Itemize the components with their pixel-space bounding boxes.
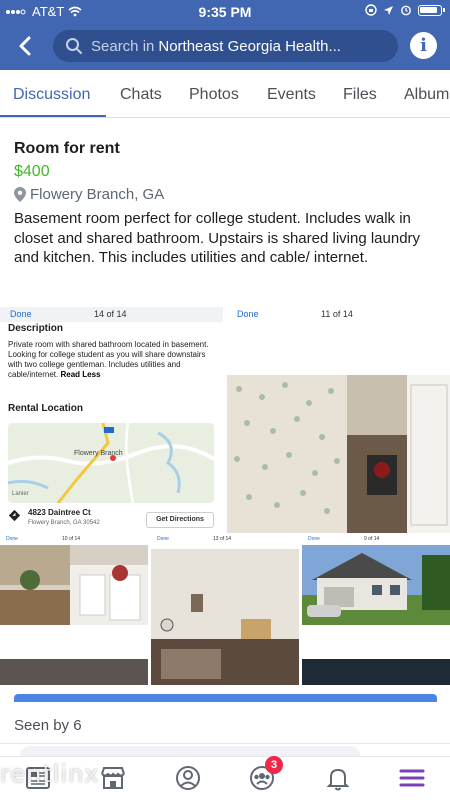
post-body: Basement room perfect for college studen… [14,210,421,266]
done-link: Done [6,536,18,542]
get-directions-button: Get Directions [146,512,214,528]
post-location[interactable]: Flowery Branch, GA [14,186,164,203]
rental-location-heading: Rental Location [8,403,84,414]
status-bar: AT&T 9:35 PM [0,0,450,24]
photo-strip [0,659,148,685]
back-arrow-icon[interactable] [14,34,38,58]
post-title: Room for rent [14,140,120,157]
watermark-logo: rentlinx [0,760,100,788]
battery-icon [418,4,445,16]
post-location-label: Flowery Branch, GA [30,186,165,203]
marketplace-icon[interactable] [98,763,128,793]
description-text: Private room with shared bathroom locate… [8,340,220,380]
photo-toolbar: Done 9 of 14 [302,535,450,543]
read-less-link: Read Less [60,370,101,379]
info-button[interactable]: i [410,32,437,59]
description-heading: Description [8,323,64,334]
tab-album[interactable]: Album [404,86,449,104]
active-tab-indicator [0,115,106,117]
address-city: Flowery Branch, GA 30542 [28,520,100,526]
seen-by-label[interactable]: Seen by 6 [14,717,82,734]
done-link: Done [157,536,169,542]
map-lake-label: Lanier [12,491,29,497]
photo-counter: 14 of 14 [94,309,127,319]
tab-chats[interactable]: Chats [120,86,162,104]
tab-photos[interactable]: Photos [189,86,239,104]
photo-toolbar: Done 14 of 14 [0,307,223,322]
bedroom-photo [151,549,299,685]
photo-toolbar: Done 11 of 14 [227,307,450,322]
post-photo-1[interactable]: Done 14 of 14 Description Private room w… [0,307,223,533]
post-price: $400 [14,163,50,180]
divider [0,743,450,744]
map-graphic [8,423,214,503]
alarm-icon [401,5,411,16]
photo-gap [302,625,450,659]
address-line: 4823 Daintree Ct [28,508,91,517]
done-link: Done [308,536,320,542]
group-tabs: Discussion Chats Photos Events Files Alb… [0,70,450,118]
photo-toolbar: Done 13 of 14 [151,535,299,543]
room-photo [227,375,450,533]
photo-counter: 11 of 14 [321,309,353,319]
menu-icon[interactable] [397,763,427,793]
post-photo-5[interactable]: Done 9 of 14 [302,535,450,685]
photo-strip [302,659,450,685]
post-photo-2[interactable]: Done 11 of 14 [227,307,450,533]
done-link: Done [10,309,32,319]
photo-counter: 13 of 14 [213,536,232,542]
lock-rotation-icon [365,4,377,16]
post-photo-4[interactable]: Done 13 of 14 [151,535,299,685]
notifications-icon[interactable] [323,763,353,793]
photo-gap [0,625,148,659]
action-button[interactable] [14,694,437,702]
description-body: Private room with shared bathroom locate… [8,340,209,379]
directions-icon [9,510,20,521]
search-icon [66,38,82,54]
photo-toolbar: Done 10 of 14 [0,535,148,543]
location-arrow-icon [384,5,393,15]
notifications-badge: 3 [265,756,283,774]
map-thumbnail: Flowery Branch Lanier [8,423,214,503]
kitchen-photo [0,545,148,625]
tab-files[interactable]: Files [343,86,377,104]
comment-input[interactable] [20,746,360,756]
top-bar: AT&T 9:35 PM Search in Northeast Georgia… [0,0,450,70]
group-search-input[interactable]: Search in Northeast Georgia Health... [53,30,398,62]
profile-icon[interactable] [173,763,203,793]
search-placeholder: Search in [91,37,155,55]
photo-counter: 9 of 14 [364,536,380,542]
group-name: Northeast Georgia Health... [158,37,341,55]
done-link: Done [237,309,259,319]
tab-discussion[interactable]: Discussion [13,86,90,104]
photo-counter: 10 of 14 [62,536,81,542]
location-pin-icon [14,187,26,202]
house-photo [302,545,450,625]
post-photo-3[interactable]: Done 10 of 14 [0,535,148,685]
tab-events[interactable]: Events [267,86,316,104]
map-city-label: Flowery Branch [74,450,123,457]
